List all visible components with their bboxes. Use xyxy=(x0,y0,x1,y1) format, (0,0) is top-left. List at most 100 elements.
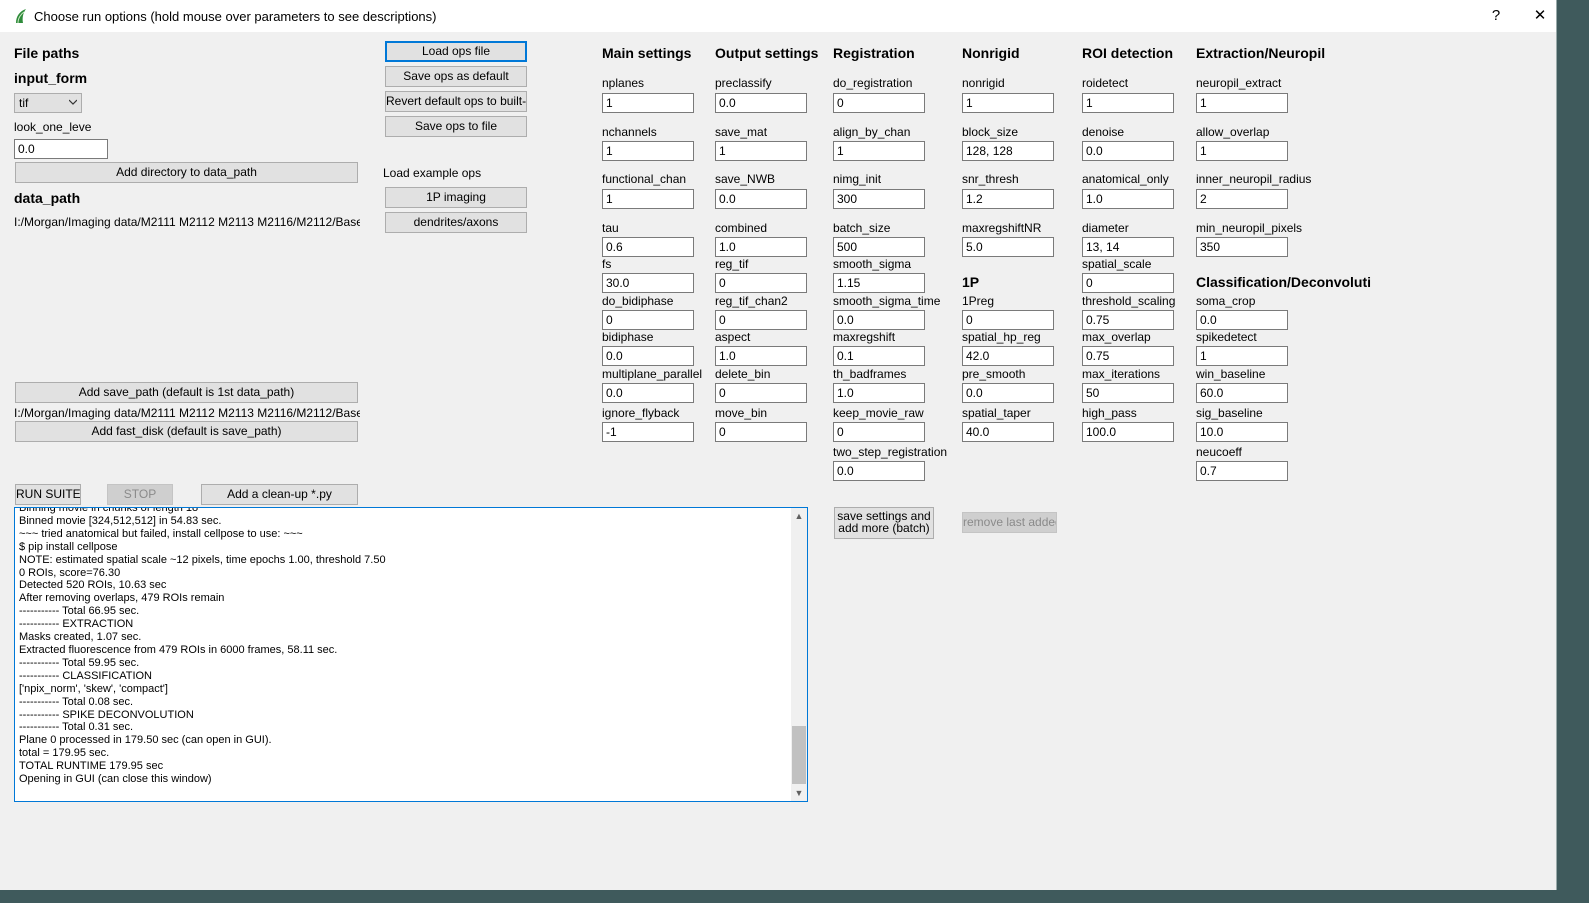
remove-last-added-button[interactable]: remove last added xyxy=(962,512,1057,533)
param-input-high-pass[interactable]: 100.0 xyxy=(1082,422,1174,442)
param-input-do-registration[interactable]: 0 xyxy=(833,93,925,113)
log-line: After removing overlaps, 479 ROIs remain xyxy=(19,592,225,605)
param-input-move-bin[interactable]: 0 xyxy=(715,422,807,442)
param-input-win-baseline[interactable]: 60.0 xyxy=(1196,383,1288,403)
param-input-diameter[interactable]: 13, 14 xyxy=(1082,237,1174,257)
one-p-imaging-button[interactable]: 1P imaging xyxy=(385,187,527,208)
param-input-spatial-hp-reg[interactable]: 42.0 xyxy=(962,346,1054,366)
param-input-max-iterations[interactable]: 50 xyxy=(1082,383,1174,403)
param-input-sig-baseline[interactable]: 10.0 xyxy=(1196,422,1288,442)
param-label-preclassify: preclassify xyxy=(715,76,772,90)
param-label-tau: tau xyxy=(602,221,619,235)
param-input-spatial-taper[interactable]: 40.0 xyxy=(962,422,1054,442)
param-label-spatial-taper: spatial_taper xyxy=(962,406,1031,420)
look-one-level-input[interactable]: 0.0 xyxy=(14,139,108,159)
param-input-neucoeff[interactable]: 0.7 xyxy=(1196,461,1288,481)
param-input-denoise[interactable]: 0.0 xyxy=(1082,141,1174,161)
add-directory-button[interactable]: Add directory to data_path xyxy=(15,162,358,183)
param-input-spikedetect[interactable]: 1 xyxy=(1196,346,1288,366)
param-input-aspect[interactable]: 1.0 xyxy=(715,346,807,366)
param-input-smooth-sigma-time[interactable]: 0.0 xyxy=(833,310,925,330)
param-input-delete-bin[interactable]: 0 xyxy=(715,383,807,403)
extraction-neuropil-header: Extraction/Neuropil xyxy=(1196,45,1326,61)
param-input-batch-size[interactable]: 500 xyxy=(833,237,925,257)
param-input-save-nwb[interactable]: 0.0 xyxy=(715,189,807,209)
param-label-delete-bin: delete_bin xyxy=(715,367,771,381)
param-label-two-step-registration: two_step_registration xyxy=(833,445,948,459)
param-input-th-badframes[interactable]: 1.0 xyxy=(833,383,925,403)
load-ops-button[interactable]: Load ops file xyxy=(385,41,527,62)
data-path-label: data_path xyxy=(14,190,81,206)
run-suite2p-button[interactable]: RUN SUITE2P xyxy=(15,484,81,505)
param-input-maxregshiftnr[interactable]: 5.0 xyxy=(962,237,1054,257)
param-input-keep-movie-raw[interactable]: 0 xyxy=(833,422,925,442)
add-cleanup-button[interactable]: Add a clean-up *.py xyxy=(201,484,358,505)
param-input-inner-neuropil-radius[interactable]: 2 xyxy=(1196,189,1288,209)
input-form-select[interactable]: tif xyxy=(14,93,82,113)
param-input-ignore-flyback[interactable]: -1 xyxy=(602,422,694,442)
log-line: Binning movie in chunks of length 18 xyxy=(19,507,199,514)
title-bar: Choose run options (hold mouse over para… xyxy=(0,0,1556,32)
param-input-functional-chan[interactable]: 1 xyxy=(602,189,694,209)
param-input-snr-thresh[interactable]: 1.2 xyxy=(962,189,1054,209)
param-input-nonrigid[interactable]: 1 xyxy=(962,93,1054,113)
main-settings-header: Main settings xyxy=(602,45,692,61)
param-input-nplanes[interactable]: 1 xyxy=(602,93,694,113)
param-label-neuropil-extract: neuropil_extract xyxy=(1196,76,1282,90)
param-input-multiplane-parallel[interactable]: 0.0 xyxy=(602,383,694,403)
param-input-block-size[interactable]: 128, 128 xyxy=(962,141,1054,161)
param-input-preclassify[interactable]: 0.0 xyxy=(715,93,807,113)
param-input-reg-tif[interactable]: 0 xyxy=(715,273,807,293)
save-ops-default-button[interactable]: Save ops as default xyxy=(385,66,527,87)
param-input-bidiphase[interactable]: 0.0 xyxy=(602,346,694,366)
param-input-save-mat[interactable]: 1 xyxy=(715,141,807,161)
scroll-down-icon[interactable]: ▼ xyxy=(791,785,807,801)
param-input-two-step-registration[interactable]: 0.0 xyxy=(833,461,925,481)
save-settings-batch-button[interactable]: save settings and add more (batch) xyxy=(834,507,934,539)
param-input-align-by-chan[interactable]: 1 xyxy=(833,141,925,161)
add-save-path-button[interactable]: Add save_path (default is 1st data_path) xyxy=(15,382,358,403)
param-label-nchannels: nchannels xyxy=(602,125,657,139)
param-input-maxregshift[interactable]: 0.1 xyxy=(833,346,925,366)
log-line: ~~~ tried anatomical but failed, install… xyxy=(19,527,303,540)
param-input-anatomical-only[interactable]: 1.0 xyxy=(1082,189,1174,209)
param-input-1preg[interactable]: 0 xyxy=(962,310,1054,330)
param-input-min-neuropil-pixels[interactable]: 350 xyxy=(1196,237,1288,257)
param-input-smooth-sigma[interactable]: 1.15 xyxy=(833,273,925,293)
add-fast-disk-button[interactable]: Add fast_disk (default is save_path) xyxy=(15,421,358,442)
param-input-combined[interactable]: 1.0 xyxy=(715,237,807,257)
param-input-roidetect[interactable]: 1 xyxy=(1082,93,1174,113)
param-input-tau[interactable]: 0.6 xyxy=(602,237,694,257)
scroll-up-icon[interactable]: ▲ xyxy=(791,508,807,524)
param-input-reg-tif-chan2[interactable]: 0 xyxy=(715,310,807,330)
save-ops-file-button[interactable]: Save ops to file xyxy=(385,116,527,137)
param-input-do-bidiphase[interactable]: 0 xyxy=(602,310,694,330)
param-label-max-overlap: max_overlap xyxy=(1082,330,1151,344)
param-label-allow-overlap: allow_overlap xyxy=(1196,125,1270,139)
param-input-soma-crop[interactable]: 0.0 xyxy=(1196,310,1288,330)
stop-button[interactable]: STOP xyxy=(107,484,173,505)
param-input-neuropil-extract[interactable]: 1 xyxy=(1196,93,1288,113)
log-scrollbar[interactable]: ▲ ▼ xyxy=(791,508,807,801)
param-input-nchannels[interactable]: 1 xyxy=(602,141,694,161)
param-input-fs[interactable]: 30.0 xyxy=(602,273,694,293)
param-input-max-overlap[interactable]: 0.75 xyxy=(1082,346,1174,366)
close-button[interactable]: ✕ xyxy=(1528,6,1552,26)
chevron-down-icon xyxy=(69,99,77,105)
param-input-nimg-init[interactable]: 300 xyxy=(833,189,925,209)
file-paths-header: File paths xyxy=(14,45,80,61)
param-input-spatial-scale[interactable]: 0 xyxy=(1082,273,1174,293)
param-label-functional-chan: functional_chan xyxy=(602,172,687,186)
param-label-threshold-scaling: threshold_scaling xyxy=(1082,294,1176,308)
param-input-allow-overlap[interactable]: 1 xyxy=(1196,141,1288,161)
revert-ops-button[interactable]: Revert default ops to built-in xyxy=(385,91,527,112)
help-button[interactable]: ? xyxy=(1484,6,1508,26)
scroll-thumb[interactable] xyxy=(792,726,806,784)
param-input-threshold-scaling[interactable]: 0.75 xyxy=(1082,310,1174,330)
param-label-move-bin: move_bin xyxy=(715,406,768,420)
dendrites-axons-button[interactable]: dendrites/axons xyxy=(385,212,527,233)
log-line: 0 ROIs, score=76.30 xyxy=(19,566,121,579)
param-input-pre-smooth[interactable]: 0.0 xyxy=(962,383,1054,403)
log-output[interactable]: Binning movie in chunks of length 18 Binn… xyxy=(14,507,808,802)
options-window: Choose run options (hold mouse over para… xyxy=(0,0,1557,890)
